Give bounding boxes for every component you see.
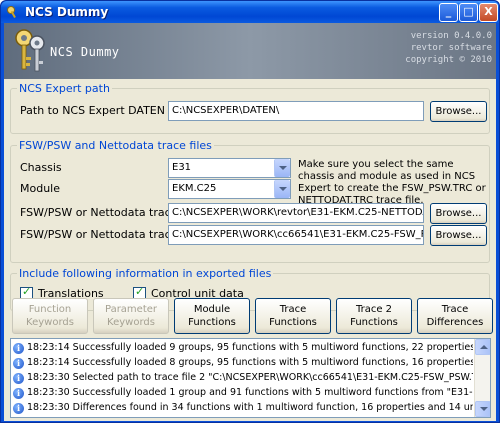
parameter-keywords-button[interactable]: Parameter Keywords [93, 298, 169, 334]
button-line: Trace [279, 304, 307, 315]
trace1-label: FSW/PSW or Nettodata trace [20, 206, 178, 219]
group-legend: NCS Expert path [17, 82, 112, 95]
browse-trace1-button[interactable]: Browse... [430, 203, 487, 224]
log-list[interactable]: i 18:23:14 Successfully loaded 9 groups, … [10, 338, 491, 418]
module-label: Module [20, 182, 60, 195]
button-line: Keywords [107, 317, 155, 328]
maximize-button[interactable]: □ [459, 3, 478, 22]
trace2-path-field[interactable]: C:\NCSEXPER\WORK\cc66541\E31-EKM.C25-FSW… [168, 225, 424, 245]
app-window: NCS Dummy _ □ X NCS Dummy version 0.4.0.… [0, 0, 500, 423]
group-legend: Include following information in exporte… [17, 267, 274, 280]
button-line: Trace [441, 304, 469, 315]
info-icon: i [13, 358, 24, 369]
log-entry: i 18:23:30 Differences found in 34 functi… [13, 401, 473, 414]
browse-daten-button[interactable]: Browse... [430, 101, 487, 122]
button-line: Function [28, 304, 72, 315]
chassis-value: E31 [172, 162, 192, 173]
log-entry: i 18:23:30 Selected path to trace file 2 … [13, 371, 473, 384]
window-title: NCS Dummy [25, 5, 109, 19]
trace2-label: FSW/PSW or Nettodata trace 2 [20, 228, 188, 241]
log-scrollbar[interactable] [474, 339, 490, 417]
scroll-down-icon[interactable] [475, 401, 490, 417]
log-entry: i 18:23:14 Successfully loaded 9 groups, … [13, 341, 473, 354]
chassis-select[interactable]: E31 [168, 158, 291, 178]
button-line: Functions [350, 317, 398, 328]
log-entry: i 18:23:30 Successfully loaded 1 group an… [13, 386, 473, 399]
chassis-label: Chassis [20, 161, 62, 174]
ncs-expert-path-group: NCS Expert path Path to NCS Expert DATEN… [10, 82, 490, 134]
title-bar[interactable]: NCS Dummy _ □ X [1, 1, 499, 23]
button-line: Keywords [26, 317, 74, 328]
info-icon: i [13, 403, 24, 414]
minimize-button[interactable]: _ [439, 3, 458, 22]
company-text: revtor software [410, 43, 492, 53]
group-legend: FSW/PSW and Nettodata trace files [17, 139, 214, 152]
module-value: EKM.C25 [172, 183, 217, 194]
button-line: Differences [426, 317, 484, 328]
module-select[interactable]: EKM.C25 [168, 179, 291, 199]
button-line: Module [193, 304, 231, 315]
info-icon: i [13, 388, 24, 399]
app-name: NCS Dummy [50, 45, 120, 59]
info-icon: i [13, 343, 24, 354]
button-line: Trace 2 [355, 304, 393, 315]
keys-icon [15, 29, 45, 72]
info-icon: i [13, 373, 24, 384]
function-keywords-button[interactable]: Function Keywords [12, 298, 88, 334]
daten-path-field[interactable]: C:\NCSEXPER\DATEN\ [168, 101, 424, 121]
module-functions-button[interactable]: Module Functions [174, 298, 250, 334]
chevron-down-icon[interactable] [274, 180, 290, 198]
button-line: Parameter [104, 304, 158, 315]
chevron-down-icon[interactable] [274, 159, 290, 177]
scroll-up-icon[interactable] [475, 339, 490, 355]
log-entry: i 18:23:14 Successfully loaded 8 groups, … [13, 356, 473, 369]
client-area: NCS Dummy version 0.4.0.0 revtor softwar… [4, 23, 496, 421]
app-header-banner: NCS Dummy version 0.4.0.0 revtor softwar… [4, 23, 496, 79]
trace2-functions-button[interactable]: Trace 2 Functions [336, 298, 412, 334]
button-line: Functions [188, 317, 236, 328]
keys-icon [7, 6, 16, 18]
trace-functions-button[interactable]: Trace Functions [255, 298, 331, 334]
button-line: Functions [269, 317, 317, 328]
copyright-text: copyright © 2010 [405, 55, 492, 65]
trace-differences-button[interactable]: Trace Differences [417, 298, 493, 334]
trace-files-group: FSW/PSW and Nettodata trace files Chassi… [10, 139, 490, 263]
close-button[interactable]: X [479, 3, 498, 22]
version-text: version 0.4.0.0 [410, 31, 492, 41]
trace1-path-field[interactable]: C:\NCSEXPER\WORK\revtor\E31-EKM.C25-NETT… [168, 203, 424, 223]
browse-trace2-button[interactable]: Browse... [430, 225, 487, 246]
chassis-module-note: Make sure you select the same chassis an… [298, 159, 486, 206]
